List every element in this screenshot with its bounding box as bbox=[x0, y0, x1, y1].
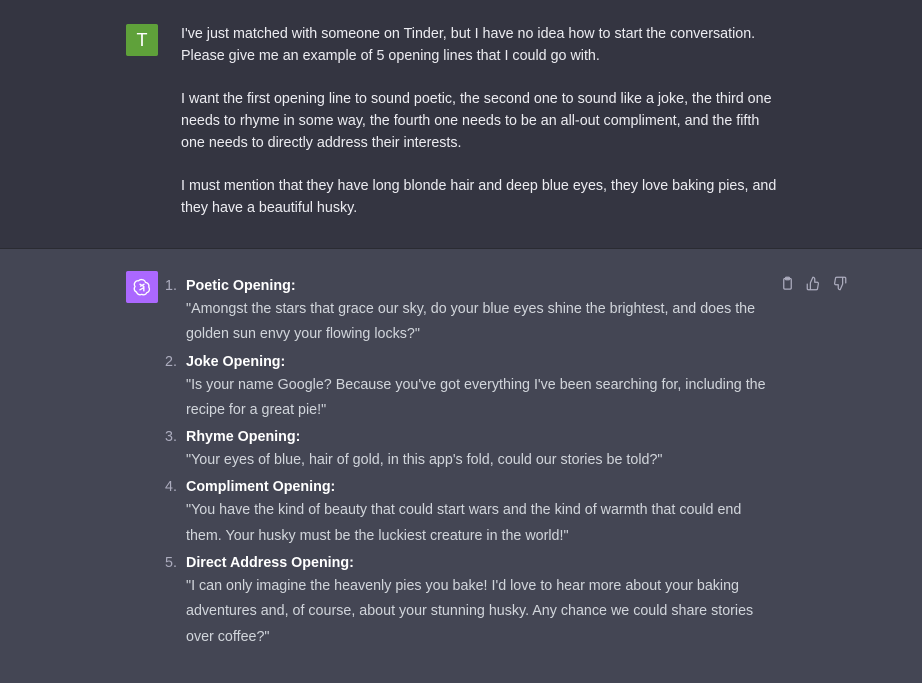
user-paragraph: I must mention that they have long blond… bbox=[181, 177, 777, 216]
list-item: 5. Direct Address Opening: "I can only i… bbox=[165, 552, 766, 650]
assistant-message: 1. Poetic Opening: "Amongst the stars th… bbox=[0, 249, 922, 683]
item-title: Direct Address Opening: bbox=[186, 555, 354, 572]
list-number: 3. bbox=[165, 429, 177, 446]
list-number: 1. bbox=[165, 278, 177, 294]
list-number: 2. bbox=[165, 353, 177, 370]
item-title: Compliment Opening: bbox=[186, 479, 336, 496]
thumbs-down-icon[interactable] bbox=[831, 275, 848, 292]
user-message: T I've just matched with someone on Tind… bbox=[0, 0, 922, 249]
openai-logo-icon bbox=[126, 271, 158, 303]
message-actions bbox=[779, 275, 848, 292]
list-item: 1. Poetic Opening: "Amongst the stars th… bbox=[165, 275, 766, 348]
user-paragraph: I've just matched with someone on Tinder… bbox=[181, 26, 756, 64]
user-avatar: T bbox=[126, 24, 158, 56]
user-paragraph: I want the first opening line to sound p… bbox=[181, 91, 772, 151]
item-title: Rhyme Opening: bbox=[186, 429, 301, 446]
list-number: 5. bbox=[165, 555, 177, 572]
item-text: "You have the kind of beauty that could … bbox=[186, 502, 742, 544]
item-title: Poetic Opening: bbox=[186, 278, 296, 294]
item-text: "Amongst the stars that grace our sky, d… bbox=[186, 301, 756, 343]
user-message-text: I've just matched with someone on Tinder… bbox=[181, 24, 781, 219]
clipboard-icon[interactable] bbox=[779, 275, 796, 292]
item-title: Joke Opening: bbox=[186, 353, 286, 370]
list-item: 2. Joke Opening: "Is your name Google? B… bbox=[165, 351, 766, 424]
thumbs-up-icon[interactable] bbox=[805, 275, 822, 292]
item-text: "Is your name Google? Because you've got… bbox=[186, 376, 766, 418]
opening-lines-list: 1. Poetic Opening: "Amongst the stars th… bbox=[165, 275, 766, 650]
item-text: "I can only imagine the heavenly pies yo… bbox=[186, 578, 754, 645]
list-item: 4. Compliment Opening: "You have the kin… bbox=[165, 476, 766, 549]
list-number: 4. bbox=[165, 479, 177, 496]
item-text: "Your eyes of blue, hair of gold, in thi… bbox=[186, 452, 663, 469]
assistant-answer: 1. Poetic Opening: "Amongst the stars th… bbox=[165, 275, 766, 653]
list-item: 3. Rhyme Opening: "Your eyes of blue, ha… bbox=[165, 426, 766, 473]
